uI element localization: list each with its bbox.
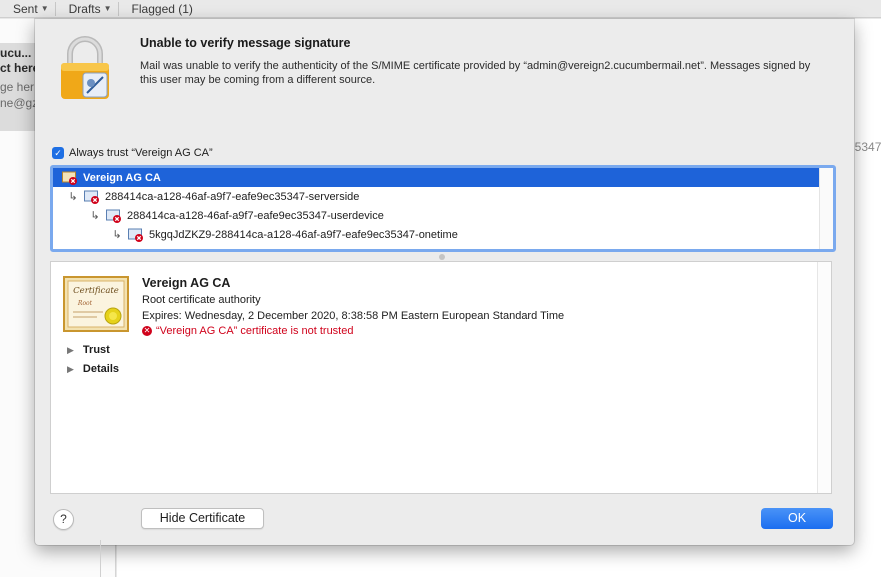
certificate-image-title: Certificate <box>73 286 119 296</box>
trust-disclosure-label: Trust <box>82 344 110 356</box>
certificate-expiry: Expires: Wednesday, 2 December 2020, 8:3… <box>142 310 565 322</box>
always-trust-label: Always trust “Vereign AG CA” <box>69 147 213 159</box>
child-arrow-icon: ↳ <box>68 191 78 203</box>
chain-item-serverside[interactable]: ↳ 288414ca-a128-46af-a9f7-eafe9ec35347-s… <box>53 187 819 206</box>
certificate-chain-list: Vereign AG CA ↳ 288414ca-a128-46af-a9f7-… <box>50 165 836 252</box>
detail-scrollbar[interactable] <box>817 262 831 493</box>
certificate-name: Vereign AG CA <box>142 276 231 290</box>
certificate-trust-status: ✕ “Vereign AG CA” certificate is not tru… <box>142 325 353 337</box>
chain-item-userdevice[interactable]: ↳ 288414ca-a128-46af-a9f7-eafe9ec35347-u… <box>53 206 819 225</box>
ok-button[interactable]: OK <box>761 508 833 529</box>
certificate-error-icon <box>62 171 77 185</box>
certificate-error-icon <box>106 209 121 223</box>
chain-scrollbar[interactable] <box>819 168 833 249</box>
chain-item-label: 288414ca-a128-46af-a9f7-eafe9ec35347-use… <box>127 209 384 222</box>
toolbar-sent-button[interactable]: Sent ▼ <box>0 2 55 16</box>
error-icon: ✕ <box>142 326 152 336</box>
toolbar-sent-label: Sent <box>13 1 38 16</box>
certificate-error-icon <box>84 190 99 204</box>
child-arrow-icon: ↳ <box>90 210 100 222</box>
certificate-error-icon <box>128 228 143 242</box>
split-view-handle[interactable] <box>439 254 445 260</box>
message-preview: ge her <box>0 80 35 94</box>
message-subject: ct here <box>0 61 40 75</box>
certificate-image-subtitle: Root <box>77 300 93 307</box>
help-button[interactable]: ? <box>53 509 74 530</box>
hide-certificate-button[interactable]: Hide Certificate <box>141 508 264 529</box>
checkbox-checked-icon[interactable]: ✓ <box>52 147 64 159</box>
toolbar-drafts-label: Drafts <box>68 1 101 16</box>
details-disclosure[interactable]: ▶ Details <box>67 363 119 375</box>
chevron-down-icon: ▼ <box>103 4 112 13</box>
lock-icon <box>61 36 109 99</box>
chain-item-label: Vereign AG CA <box>83 171 161 184</box>
mail-toolbar: Sent ▼ Drafts ▼ Flagged (1) <box>0 0 881 18</box>
message-sender: ucu... <box>0 46 32 60</box>
certificate-detail-pane: Certificate Root Vereign AG CA Root cert… <box>50 261 832 494</box>
toolbar-drafts-button[interactable]: Drafts ▼ <box>56 2 118 16</box>
disclosure-triangle-icon[interactable]: ▶ <box>67 345 74 356</box>
chain-item-onetime[interactable]: ↳ 5kgqJdZKZ9-288414ca-a128-46af-a9f7-eaf… <box>53 225 819 244</box>
toolbar-flagged-label: Flagged (1) <box>131 1 193 16</box>
chevron-down-icon: ▼ <box>40 4 49 13</box>
chain-item-root[interactable]: Vereign AG CA <box>53 168 819 187</box>
certificate-trust-status-label: “Vereign AG CA” certificate is not trust… <box>156 325 354 337</box>
signature-verification-sheet: Unable to verify message signature Mail … <box>35 19 854 545</box>
child-arrow-icon: ↳ <box>112 229 122 241</box>
dialog-message: Mail was unable to verify the authentici… <box>140 60 811 86</box>
background-divider <box>100 540 101 577</box>
always-trust-checkbox[interactable]: ✓ Always trust “Vereign AG CA” <box>52 147 213 159</box>
chain-item-label: 5kgqJdZKZ9-288414ca-a128-46af-a9f7-eafe9… <box>149 228 458 241</box>
disclosure-triangle-icon[interactable]: ▶ <box>67 364 74 375</box>
toolbar-flagged-button[interactable]: Flagged (1) <box>119 2 199 16</box>
trust-disclosure[interactable]: ▶ Trust <box>67 344 110 356</box>
details-disclosure-label: Details <box>82 363 119 375</box>
certificate-image-icon: Certificate Root <box>63 276 129 332</box>
dialog-title: Unable to verify message signature <box>140 36 351 50</box>
chain-item-label: 288414ca-a128-46af-a9f7-eafe9ec35347-ser… <box>105 190 360 203</box>
certificate-kind: Root certificate authority <box>142 294 261 306</box>
